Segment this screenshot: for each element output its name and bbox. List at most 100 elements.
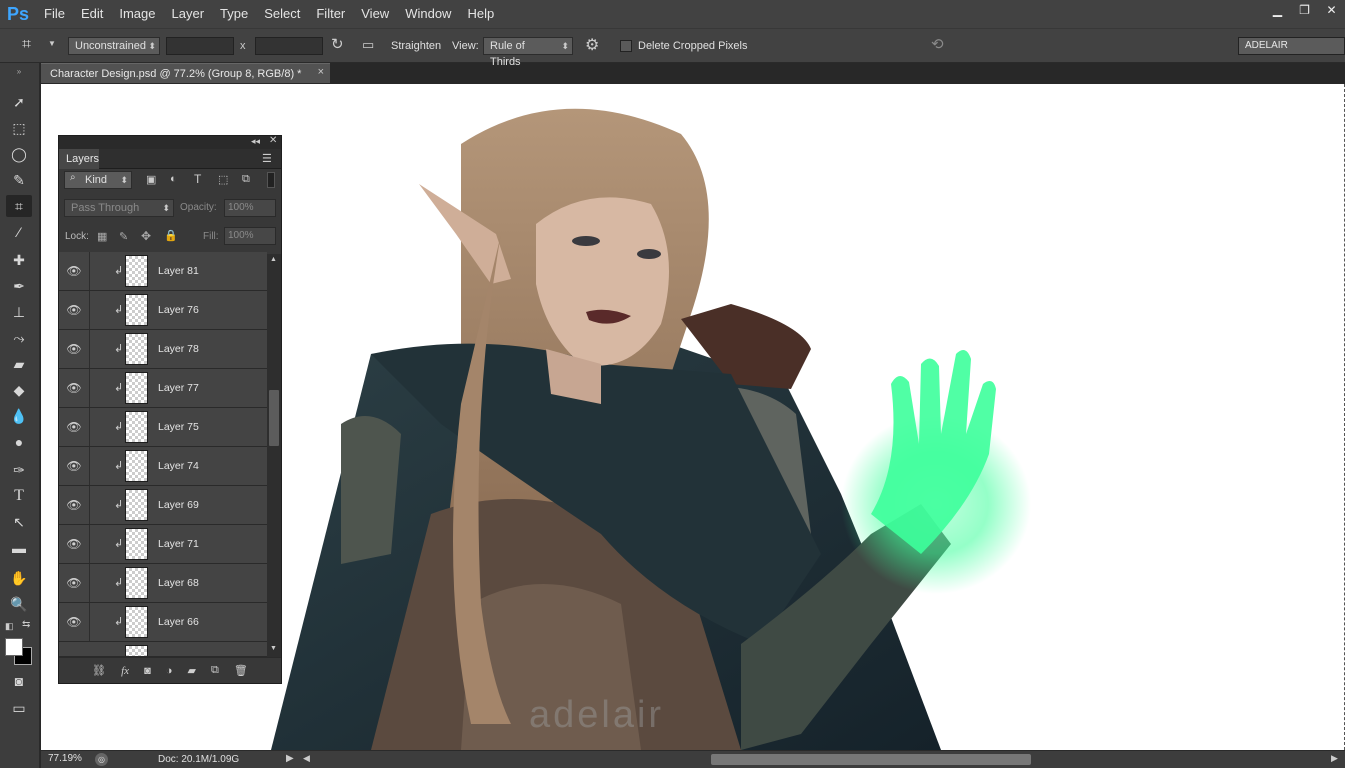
eye-icon[interactable]: 👁 [59,369,90,407]
layer-thumbnail[interactable] [125,294,148,326]
new-layer-icon[interactable]: ⧉ [211,664,219,677]
layers-scrollbar[interactable]: ▲ ▼ [267,254,281,657]
layer-name[interactable]: Layer 75 [158,421,199,433]
menu-window[interactable]: Window [397,0,459,28]
move-tool-icon[interactable]: ➚ [6,91,32,113]
layer-row[interactable]: 👁 ↲ Layer 75 [59,408,267,447]
quick-mask-icon[interactable]: ◙ [6,670,32,692]
hand-tool-icon[interactable]: ✋ [6,567,32,589]
type-tool-icon[interactable]: T [6,485,32,507]
menu-layer[interactable]: Layer [164,0,213,28]
restore-icon[interactable]: ❐ [1291,0,1318,20]
collapse-panel-icon[interactable]: ◂◂ [251,136,260,147]
lock-all-icon[interactable]: 🔒 [164,229,178,242]
document-tab[interactable]: Character Design.psd @ 77.2% (Group 8, R… [41,63,330,83]
layer-row[interactable]: 👁 ↲ Layer 71 [59,525,267,564]
pen-tool-icon[interactable]: ✑ [6,459,32,481]
eye-icon[interactable]: 👁 [59,603,90,641]
crop-tool-icon[interactable]: ⌗ [6,195,32,217]
scroll-right-icon[interactable]: ▶ [1331,753,1338,764]
crop-tool-icon[interactable]: ⌗ [22,36,31,54]
layer-row[interactable]: 👁 ↲ Layer 76 [59,291,267,330]
layer-thumbnail[interactable] [125,450,148,482]
eye-icon[interactable]: 👁 [59,408,90,446]
layer-style-icon[interactable]: fx [121,665,129,677]
rectangle-tool-icon[interactable]: ▬ [6,537,32,559]
layer-thumbnail[interactable] [125,528,148,560]
filter-type-icon[interactable]: T [194,172,201,186]
scroll-left-icon[interactable]: ◀ [303,753,310,764]
add-mask-icon[interactable]: ◙ [144,665,151,677]
menu-view[interactable]: View [353,0,397,28]
layer-row[interactable]: 👁 ↲ Layer 81 [59,252,267,291]
filter-toggle[interactable] [267,172,275,188]
menu-edit[interactable]: Edit [73,0,111,28]
horizontal-scrollbar-thumb[interactable] [711,754,1031,765]
panel-title-bar[interactable]: ◂◂ ✕ [59,135,281,149]
straighten-label[interactable]: Straighten [391,40,441,52]
overlay-view-select[interactable]: Rule of Thirds [483,37,573,68]
healing-brush-tool-icon[interactable]: ✚ [6,249,32,271]
menu-select[interactable]: Select [256,0,308,28]
zoom-level[interactable]: 77.19% [48,753,82,764]
layer-row-partial[interactable] [59,642,267,657]
status-icon[interactable]: ◎ [95,753,108,766]
paint-bucket-tool-icon[interactable]: ◆ [6,379,32,401]
layer-thumbnail[interactable] [125,372,148,404]
blend-mode-select[interactable]: Pass Through [64,199,174,217]
workspace-switcher[interactable]: ADELAIR [1238,37,1345,55]
filter-shape-icon[interactable]: ⬚ [218,173,228,186]
layer-row[interactable]: 👁 ↲ Layer 77 [59,369,267,408]
layer-thumbnail[interactable] [125,489,148,521]
menu-help[interactable]: Help [459,0,502,28]
adjustment-layer-icon[interactable]: ◑ [166,665,173,677]
panel-menu-icon[interactable]: ☰ [262,152,272,165]
close-icon[interactable]: ✕ [1318,0,1345,20]
eye-icon[interactable]: 👁 [59,525,90,563]
layer-name[interactable]: Layer 71 [158,538,199,550]
eye-icon[interactable]: 👁 [59,330,90,368]
link-layers-icon[interactable]: ⛓ [92,664,106,677]
menu-filter[interactable]: Filter [308,0,353,28]
eye-icon[interactable]: 👁 [59,291,90,329]
path-selection-tool-icon[interactable]: ↖ [6,511,32,533]
layer-name[interactable]: Layer 78 [158,343,199,355]
layer-thumbnail[interactable] [125,411,148,443]
history-brush-tool-icon[interactable]: ⤳ [6,327,32,349]
layer-name[interactable]: Layer 68 [158,577,199,589]
layer-thumbnail[interactable] [125,645,148,656]
layer-name[interactable]: Layer 74 [158,460,199,472]
foreground-color-swatch[interactable] [5,638,23,656]
quick-selection-tool-icon[interactable]: ✎ [6,169,32,191]
minimize-icon[interactable]: ▁ [1264,0,1291,20]
swap-dimensions-icon[interactable]: ↻ [331,35,344,53]
height-field[interactable] [255,37,323,55]
lock-pixels-icon[interactable]: ✎ [119,230,128,243]
menu-type[interactable]: Type [212,0,256,28]
filter-adjustment-icon[interactable]: ◐ [170,173,177,185]
lasso-tool-icon[interactable]: ◯ [6,143,32,165]
layer-thumbnail[interactable] [125,255,148,287]
layer-name[interactable]: Layer 77 [158,382,199,394]
eye-icon[interactable]: 👁 [59,447,90,485]
close-panel-icon[interactable]: ✕ [269,135,277,146]
new-group-icon[interactable]: ▰ [187,664,195,677]
scroll-down-icon[interactable]: ▼ [270,645,277,652]
tool-preset-chevron-icon[interactable]: ▼ [48,39,56,48]
layers-scrollbar-thumb[interactable] [269,390,279,446]
layer-name[interactable]: Layer 66 [158,616,199,628]
filter-pixel-icon[interactable]: ▣ [146,173,156,186]
eye-icon[interactable]: 👁 [59,252,90,290]
reset-icon[interactable]: ⟲ [931,35,944,53]
layer-name[interactable]: Layer 76 [158,304,199,316]
toolbar-collapse-icon[interactable]: » [6,66,32,76]
fill-field[interactable]: 100% [224,227,276,245]
status-menu-arrow-icon[interactable]: ▶ [286,753,294,764]
eyedropper-tool-icon[interactable]: ⁄ [6,221,32,243]
brush-tool-icon[interactable]: ✒ [6,275,32,297]
layer-row[interactable]: 👁 ↲ Layer 78 [59,330,267,369]
layer-thumbnail[interactable] [125,567,148,599]
default-colors-icon[interactable]: ◧ [5,621,15,631]
layer-row[interactable]: 👁 ↲ Layer 69 [59,486,267,525]
dodge-tool-icon[interactable]: ● [6,431,32,453]
